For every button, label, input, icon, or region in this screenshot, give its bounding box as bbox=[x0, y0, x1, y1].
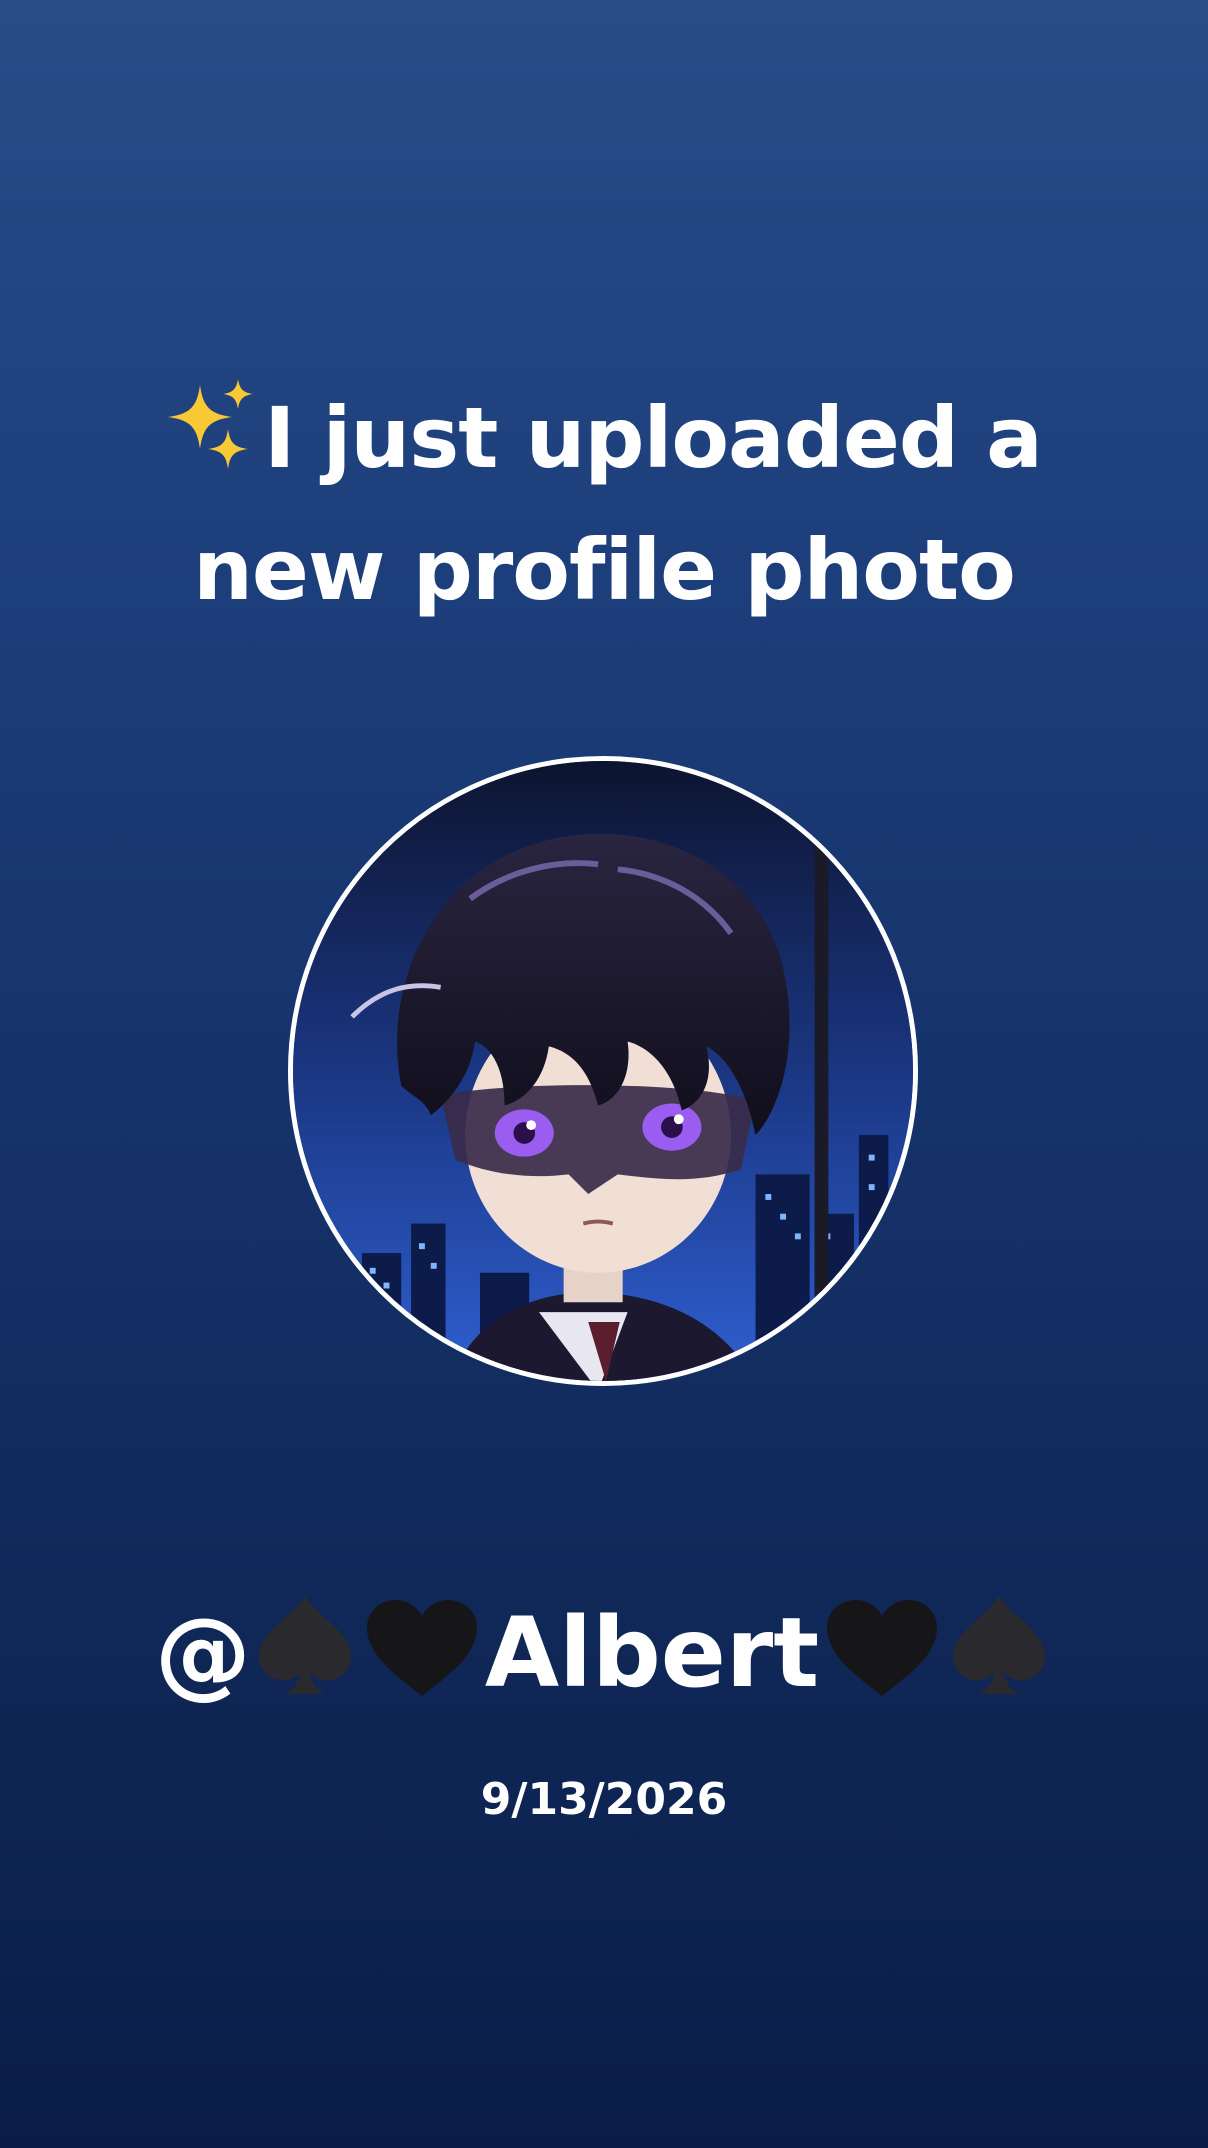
spade-icon bbox=[953, 1596, 1046, 1694]
avatar-illustration bbox=[293, 761, 913, 1381]
spade-icon bbox=[258, 1596, 351, 1694]
headline-text-1: I just uploaded a bbox=[264, 389, 1043, 487]
username-handle[interactable]: @ Albert bbox=[0, 1590, 1208, 1713]
black-heart-icon bbox=[366, 1600, 477, 1696]
sparkles-icon bbox=[168, 379, 254, 469]
at-sign: @ bbox=[154, 1597, 251, 1709]
post-headline: I just uploaded a new profile photo bbox=[0, 372, 1208, 636]
post-date: 9/13/2026 bbox=[480, 1774, 728, 1825]
username-name: Albert bbox=[484, 1597, 820, 1709]
headline-line-1: I just uploaded a bbox=[0, 372, 1208, 504]
profile-photo bbox=[288, 756, 918, 1386]
headline-text-2: new profile photo bbox=[193, 521, 1016, 619]
black-heart-icon bbox=[827, 1600, 938, 1696]
